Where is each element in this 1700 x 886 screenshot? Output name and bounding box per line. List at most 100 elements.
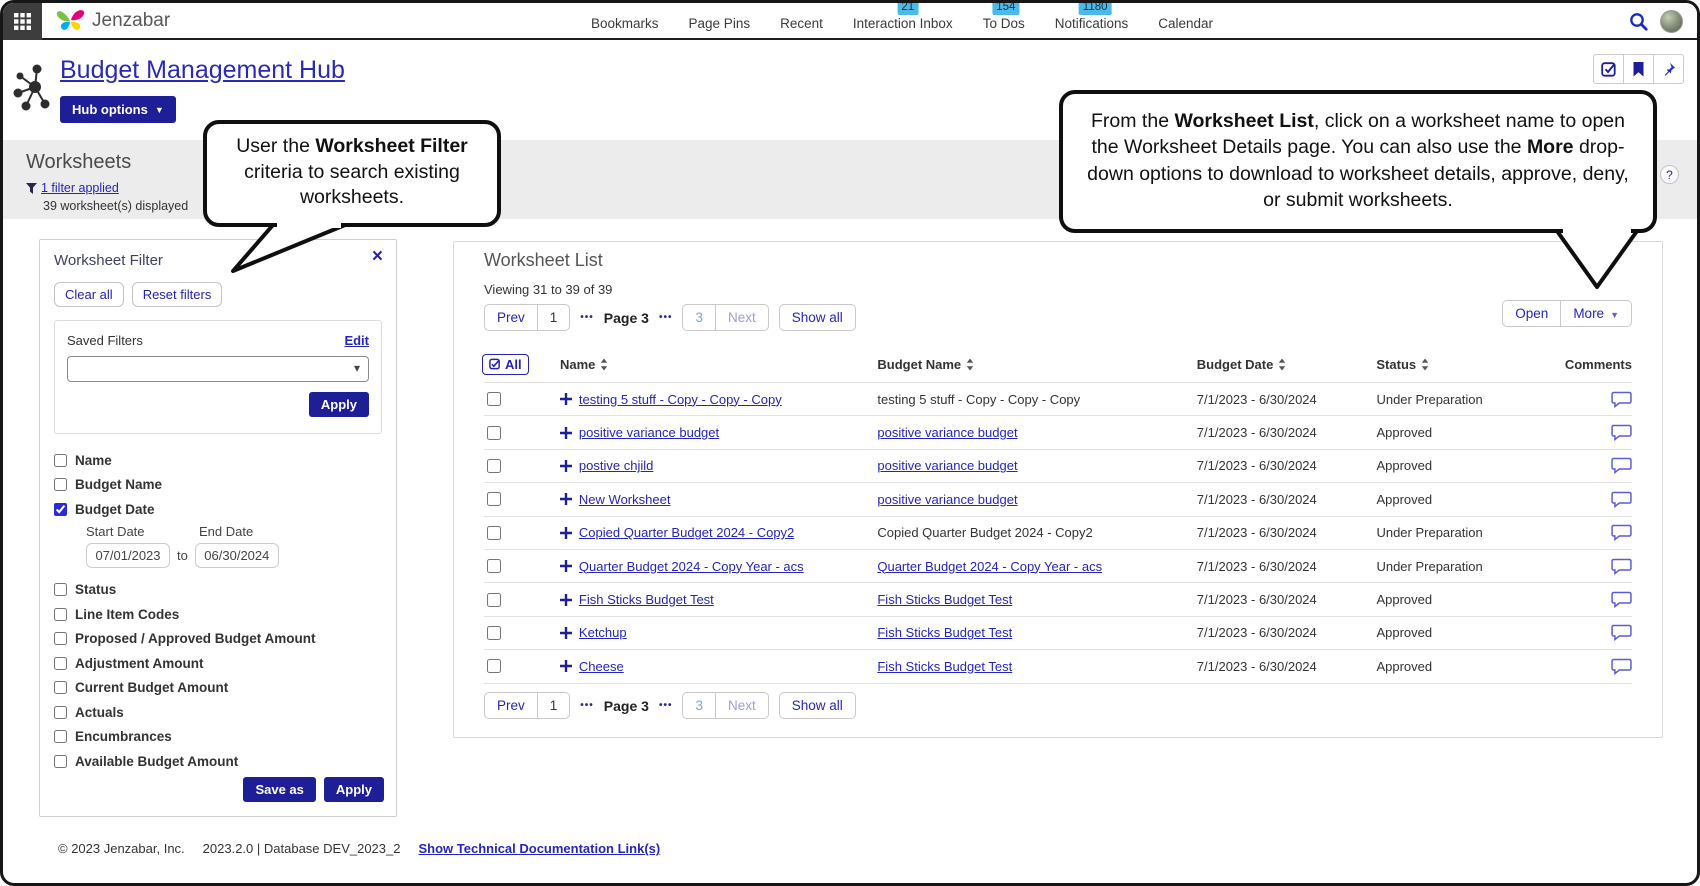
page-title-link[interactable]: Budget Management Hub: [60, 56, 345, 85]
user-avatar[interactable]: [1660, 10, 1683, 33]
next-page-button[interactable]: Next: [715, 304, 769, 331]
row-checkbox[interactable]: [487, 492, 501, 506]
column-header-status[interactable]: Status: [1376, 357, 1576, 372]
worksheet-name-link[interactable]: postive chjild: [579, 458, 653, 473]
worksheet-name-link[interactable]: New Worksheet: [579, 492, 671, 507]
nav-notifications[interactable]: 1180Notifications: [1055, 16, 1129, 31]
expand-plus-icon[interactable]: [560, 493, 572, 505]
expand-plus-icon[interactable]: [560, 660, 572, 672]
worksheet-name-link[interactable]: testing 5 stuff - Copy - Copy - Copy: [579, 392, 782, 407]
budget-name-link[interactable]: positive variance budget: [877, 492, 1017, 507]
worksheet-name-link[interactable]: positive variance budget: [579, 425, 719, 440]
line-item-codes-checkbox[interactable]: [54, 608, 67, 621]
show-all-button[interactable]: Show all: [779, 692, 856, 719]
hub-options-button[interactable]: Hub options▼: [60, 96, 176, 123]
row-checkbox[interactable]: [487, 593, 501, 607]
actuals-checkbox[interactable]: [54, 706, 67, 719]
column-header-name[interactable]: Name: [526, 357, 877, 372]
expand-plus-icon[interactable]: [560, 393, 572, 405]
row-checkbox[interactable]: [487, 426, 501, 440]
app-grid-button[interactable]: [3, 3, 42, 40]
nav-bookmarks[interactable]: Bookmarks: [591, 16, 659, 31]
edit-saved-filters-link[interactable]: Edit: [344, 333, 369, 348]
proposed-approved-checkbox[interactable]: [54, 632, 67, 645]
prev-page-button[interactable]: Prev: [484, 692, 538, 719]
save-as-button[interactable]: Save as: [243, 777, 315, 802]
apply-saved-filter-button[interactable]: Apply: [309, 392, 369, 417]
reset-filters-button[interactable]: Reset filters: [132, 282, 223, 307]
tasks-button[interactable]: [1593, 54, 1624, 84]
comment-icon[interactable]: [1611, 424, 1632, 441]
page-3-button[interactable]: 3: [682, 692, 716, 719]
comment-icon[interactable]: [1611, 391, 1632, 408]
expand-plus-icon[interactable]: [560, 594, 572, 606]
current-budget-checkbox[interactable]: [54, 681, 67, 694]
next-page-button[interactable]: Next: [715, 692, 769, 719]
comment-icon[interactable]: [1611, 591, 1632, 608]
budget-name-checkbox[interactable]: [54, 478, 67, 491]
row-checkbox[interactable]: [487, 559, 501, 573]
clear-all-button[interactable]: Clear all: [54, 282, 124, 307]
worksheet-name-link[interactable]: Ketchup: [579, 625, 627, 640]
end-date-input[interactable]: [195, 543, 279, 568]
adjustment-amount-checkbox[interactable]: [54, 657, 67, 670]
comment-icon[interactable]: [1611, 457, 1632, 474]
close-icon[interactable]: ×: [372, 247, 383, 266]
column-header-budget-date[interactable]: Budget Date: [1197, 357, 1377, 372]
worksheet-name-link[interactable]: Quarter Budget 2024 - Copy Year - acs: [579, 559, 804, 574]
nav-calendar[interactable]: Calendar: [1158, 16, 1213, 31]
nav-interaction-inbox[interactable]: 21Interaction Inbox: [853, 16, 953, 31]
expand-plus-icon[interactable]: [560, 627, 572, 639]
row-checkbox[interactable]: [487, 626, 501, 640]
select-all-button[interactable]: All: [482, 354, 529, 375]
show-all-button[interactable]: Show all: [779, 304, 856, 331]
status-checkbox[interactable]: [54, 583, 67, 596]
filter-applied-link[interactable]: 1 filter applied: [26, 181, 119, 195]
prev-page-button[interactable]: Prev: [484, 304, 538, 331]
nav-page-pins[interactable]: Page Pins: [689, 16, 751, 31]
row-checkbox[interactable]: [487, 526, 501, 540]
worksheet-name-link[interactable]: Fish Sticks Budget Test: [579, 592, 714, 607]
budget-name-link[interactable]: positive variance budget: [877, 458, 1017, 473]
expand-plus-icon[interactable]: [560, 427, 572, 439]
search-icon[interactable]: [1629, 12, 1648, 31]
budget-name-link[interactable]: positive variance budget: [877, 425, 1017, 440]
budget-date-checkbox[interactable]: [54, 503, 67, 516]
row-checkbox[interactable]: [487, 659, 501, 673]
pin-button[interactable]: [1653, 54, 1684, 84]
start-date-input[interactable]: [86, 543, 170, 568]
budget-name-link[interactable]: Fish Sticks Budget Test: [877, 659, 1012, 674]
more-dropdown-button[interactable]: More▼: [1560, 300, 1632, 327]
nav-recent[interactable]: Recent: [780, 16, 823, 31]
expand-plus-icon[interactable]: [560, 460, 572, 472]
name-checkbox[interactable]: [54, 454, 67, 467]
bookmark-button[interactable]: [1623, 54, 1654, 84]
row-checkbox[interactable]: [487, 459, 501, 473]
technical-documentation-link[interactable]: Show Technical Documentation Link(s): [418, 841, 660, 856]
worksheet-name-link[interactable]: Copied Quarter Budget 2024 - Copy2: [579, 525, 794, 540]
page-1-button[interactable]: 1: [537, 304, 571, 331]
available-budget-checkbox[interactable]: [54, 755, 67, 768]
worksheet-name-link[interactable]: Cheese: [579, 659, 624, 674]
column-header-budget-name[interactable]: Budget Name: [877, 357, 1196, 372]
comment-icon[interactable]: [1611, 624, 1632, 641]
encumbrances-checkbox[interactable]: [54, 730, 67, 743]
budget-name-link[interactable]: Fish Sticks Budget Test: [877, 592, 1012, 607]
open-button[interactable]: Open: [1502, 300, 1561, 327]
page-1-button[interactable]: 1: [537, 692, 571, 719]
row-checkbox[interactable]: [487, 392, 501, 406]
expand-plus-icon[interactable]: [560, 527, 572, 539]
apply-filter-button[interactable]: Apply: [324, 777, 384, 802]
comment-icon[interactable]: [1611, 524, 1632, 541]
comment-icon[interactable]: [1611, 658, 1632, 675]
comment-icon[interactable]: [1611, 558, 1632, 575]
budget-name-link[interactable]: Quarter Budget 2024 - Copy Year - acs: [877, 559, 1102, 574]
budget-name-link[interactable]: Fish Sticks Budget Test: [877, 625, 1012, 640]
nav-to-dos[interactable]: 154To Dos: [983, 16, 1025, 31]
comment-icon[interactable]: [1611, 491, 1632, 508]
help-button[interactable]: ?: [1660, 165, 1679, 184]
saved-filters-select[interactable]: ▾: [67, 356, 369, 382]
page-3-button[interactable]: 3: [682, 304, 716, 331]
expand-plus-icon[interactable]: [560, 560, 572, 572]
status-text: Approved: [1376, 659, 1576, 674]
